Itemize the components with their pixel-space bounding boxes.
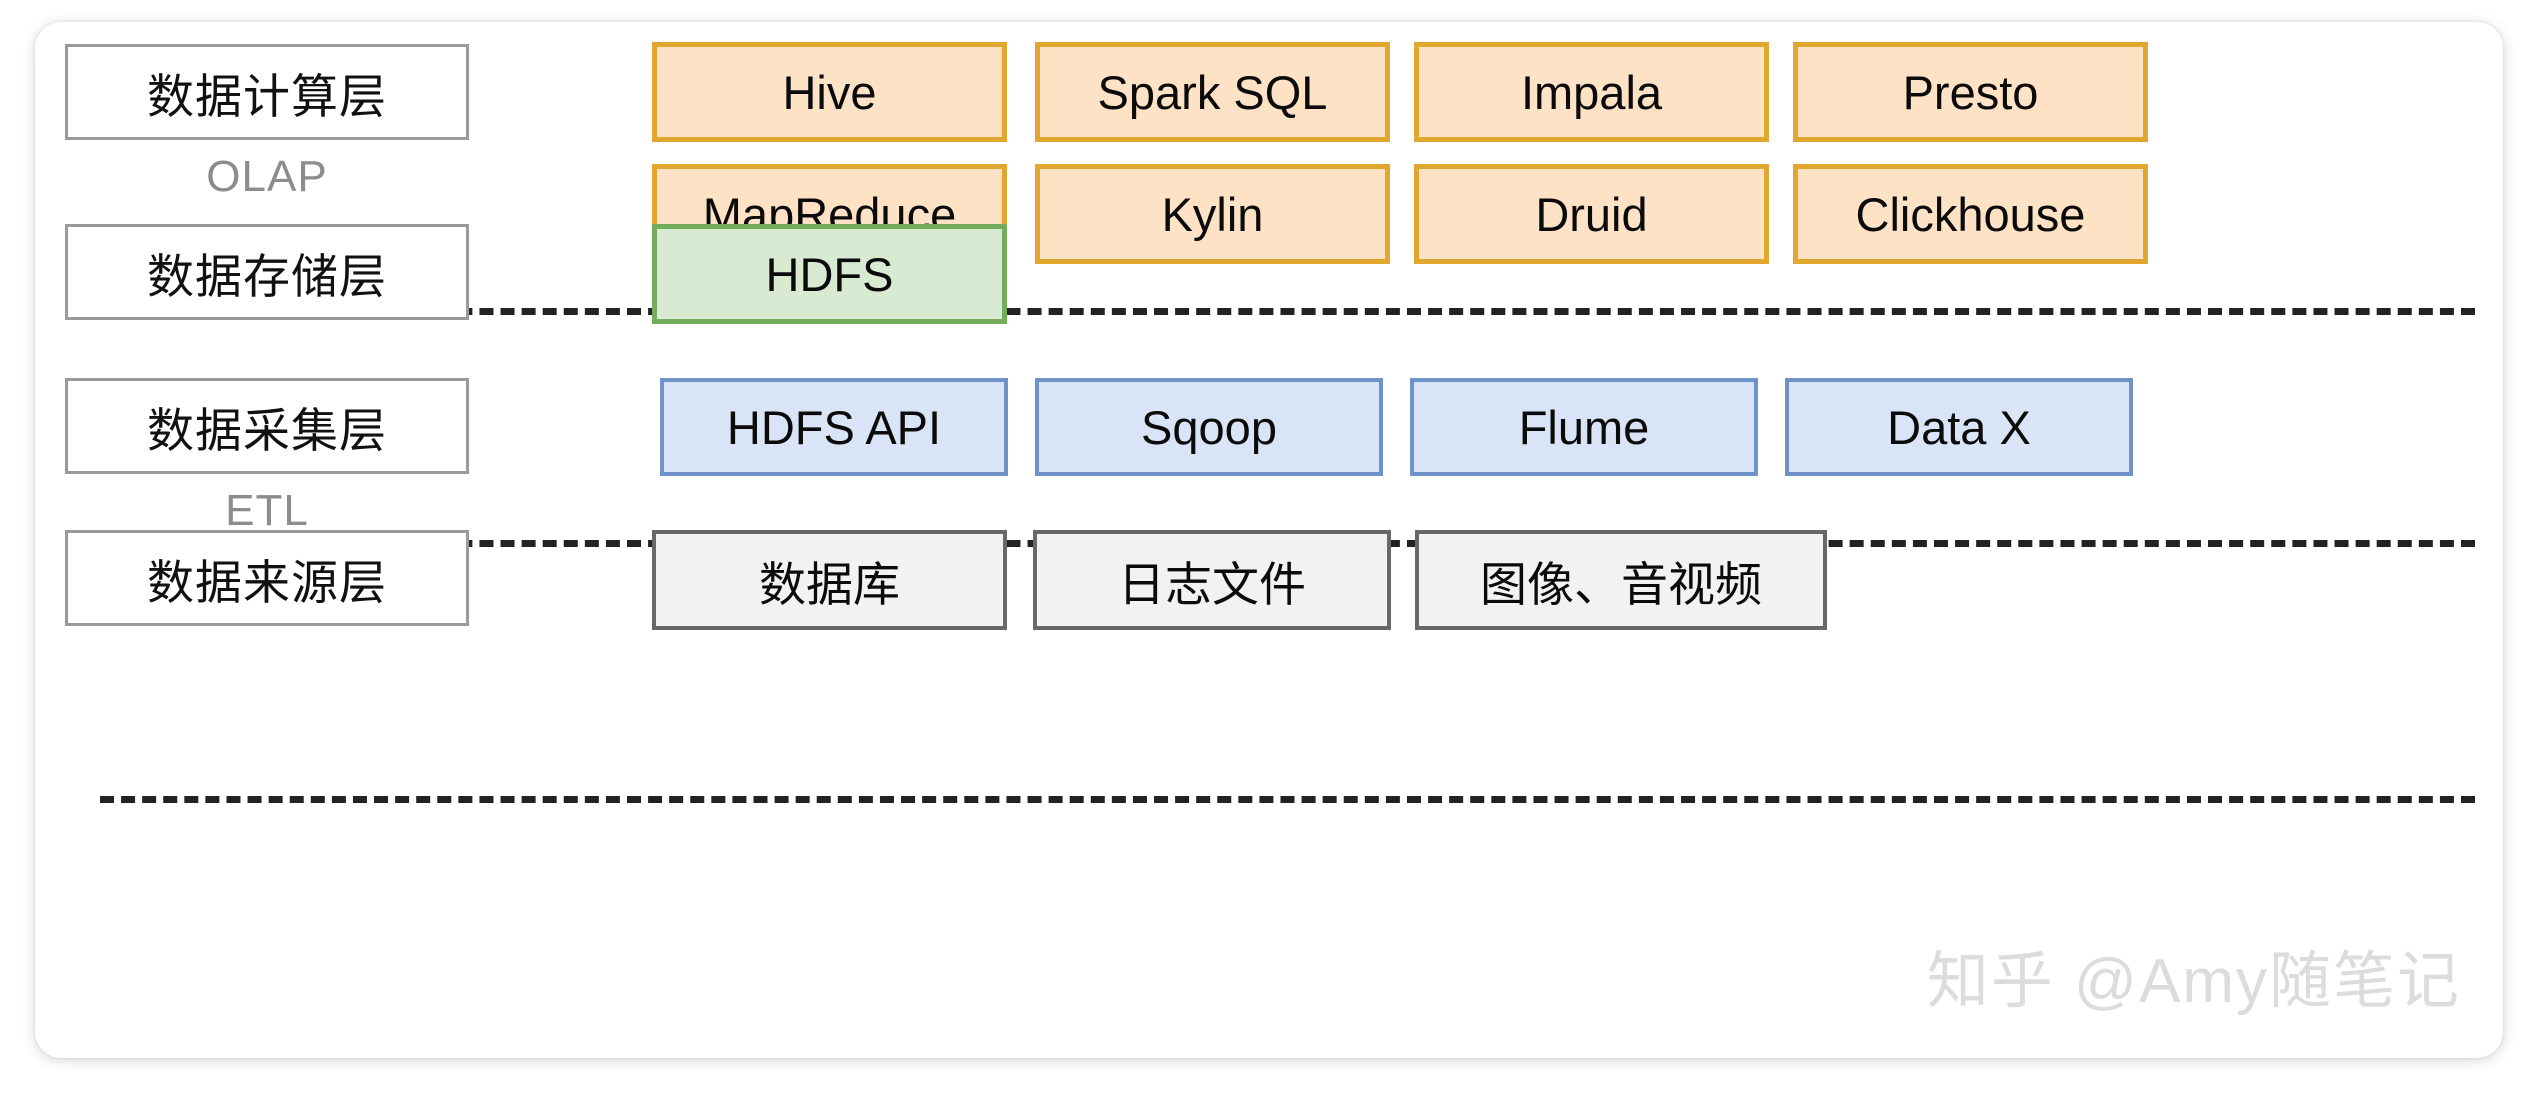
node-image-audio-video-label: 图像、音视频 xyxy=(1480,557,1762,611)
layer-sublabel-etl: ETL xyxy=(65,486,469,536)
node-log-file[interactable]: 日志文件 xyxy=(1033,530,1391,630)
node-kylin[interactable]: Kylin xyxy=(1035,164,1390,264)
node-data-x[interactable]: Data X xyxy=(1785,378,2133,476)
layer-label-compute-text: 数据计算层 xyxy=(147,69,387,123)
node-sqoop-label: Sqoop xyxy=(1141,400,1277,454)
node-presto-label: Presto xyxy=(1902,65,2039,119)
node-database[interactable]: 数据库 xyxy=(652,530,1007,630)
node-druid-label: Druid xyxy=(1535,187,1648,241)
node-flume-label: Flume xyxy=(1518,400,1650,454)
node-hdfs-api[interactable]: HDFS API xyxy=(660,378,1008,476)
node-spark-sql[interactable]: Spark SQL xyxy=(1035,42,1390,142)
layer-label-storage: 数据存储层 xyxy=(65,224,469,320)
node-database-label: 数据库 xyxy=(759,557,900,611)
layer-sublabel-etl-text: ETL xyxy=(225,486,309,535)
layer-sublabel-olap: OLAP xyxy=(65,152,469,202)
node-sqoop[interactable]: Sqoop xyxy=(1035,378,1383,476)
node-hdfs-api-label: HDFS API xyxy=(726,400,942,454)
node-hdfs-label: HDFS xyxy=(765,247,894,301)
layer-label-collect: 数据采集层 xyxy=(65,378,469,474)
watermark: 知乎 @Amy随笔记 xyxy=(1927,930,2461,1020)
node-clickhouse-label: Clickhouse xyxy=(1855,187,2086,241)
node-clickhouse[interactable]: Clickhouse xyxy=(1793,164,2148,264)
node-data-x-label: Data X xyxy=(1887,400,2031,454)
node-hive-label: Hive xyxy=(782,65,877,119)
node-log-file-label: 日志文件 xyxy=(1118,557,1306,611)
divider-collect-source xyxy=(100,796,2475,803)
layer-label-collect-text: 数据采集层 xyxy=(147,403,387,457)
node-impala-label: Impala xyxy=(1520,65,1663,119)
node-druid[interactable]: Druid xyxy=(1414,164,1769,264)
node-hive[interactable]: Hive xyxy=(652,42,1007,142)
layer-label-source: 数据来源层 xyxy=(65,530,469,626)
diagram-card: 数据计算层 OLAP Hive Spark SQL Impala Presto … xyxy=(35,22,2503,1058)
node-impala[interactable]: Impala xyxy=(1414,42,1769,142)
node-image-audio-video[interactable]: 图像、音视频 xyxy=(1415,530,1827,630)
layer-label-compute: 数据计算层 xyxy=(65,44,469,140)
node-flume[interactable]: Flume xyxy=(1410,378,1758,476)
node-spark-sql-label: Spark SQL xyxy=(1097,65,1328,119)
diagram-page: 数据计算层 OLAP Hive Spark SQL Impala Presto … xyxy=(0,0,2538,1098)
watermark-text: 知乎 @Amy随笔记 xyxy=(1926,947,2461,1016)
node-hdfs[interactable]: HDFS xyxy=(652,224,1007,324)
layer-sublabel-olap-text: OLAP xyxy=(206,152,328,201)
node-kylin-label: Kylin xyxy=(1161,187,1264,241)
layer-label-source-text: 数据来源层 xyxy=(147,555,387,609)
layer-label-storage-text: 数据存储层 xyxy=(147,249,387,303)
node-presto[interactable]: Presto xyxy=(1793,42,2148,142)
